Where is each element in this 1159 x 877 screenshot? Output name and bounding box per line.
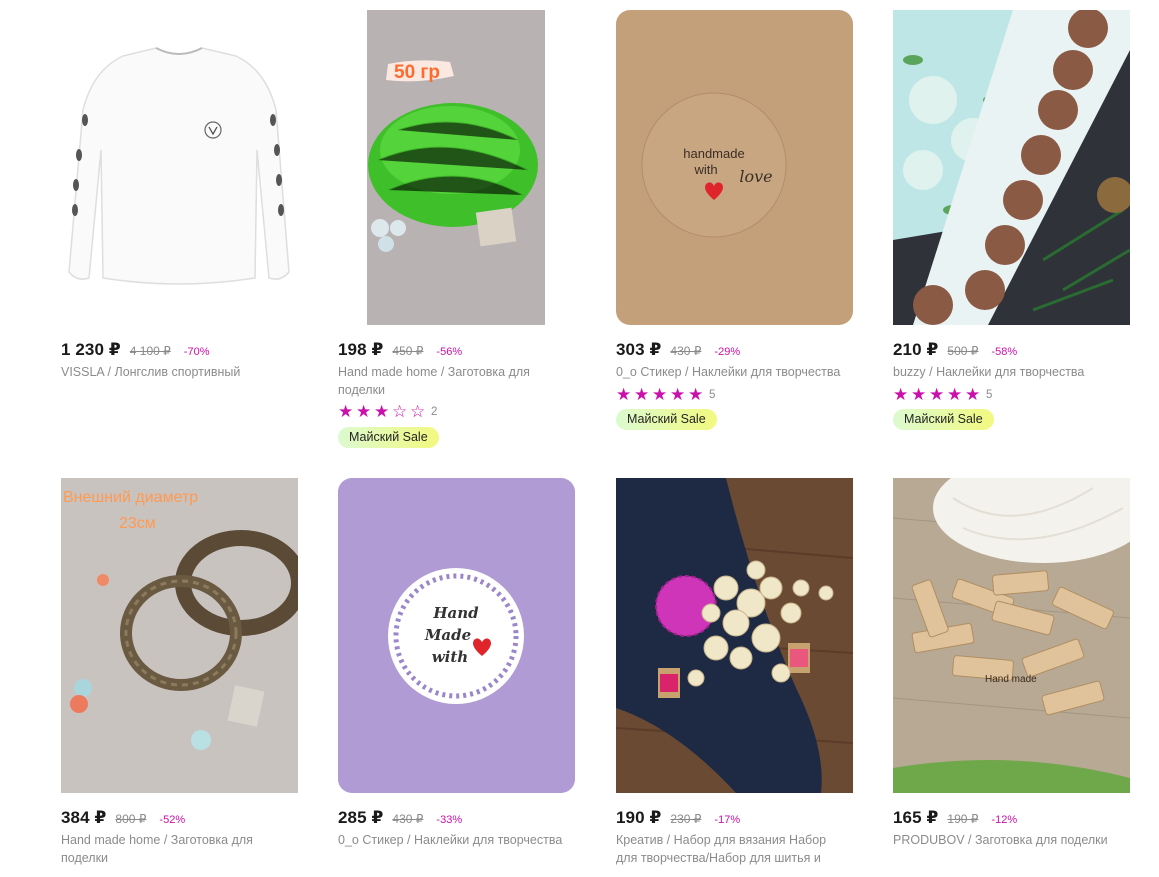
price-row: 1 230 ₽ 4 100 ₽ -70% (61, 340, 209, 360)
rating: ★ ★ ★ ★ ★ 5 (616, 386, 715, 403)
star-filled-icon: ★ (965, 385, 981, 404)
star-filled-icon: ★ (929, 385, 945, 404)
old-price: 430 ₽ (392, 812, 424, 826)
product-image-sticker-roll[interactable] (893, 10, 1130, 325)
price: 384 ₽ (61, 808, 107, 827)
discount: -52% (159, 814, 186, 826)
image-caption: 23см (119, 515, 156, 532)
old-price: 230 ₽ (670, 812, 702, 826)
star-filled-icon: ★ (947, 385, 963, 404)
product-image-sticker-kraft[interactable]: handmade with love (616, 10, 853, 325)
product-title[interactable]: PRODUBOV / Заготовка для поделки (893, 832, 1123, 850)
star-empty-icon: ☆ (392, 402, 408, 421)
product-image-sisal[interactable]: 50 гр (338, 10, 575, 325)
price: 165 ₽ (893, 808, 939, 827)
price: 198 ₽ (338, 340, 384, 359)
product-title[interactable]: VISSLA / Лонгслив спортивный (61, 364, 291, 382)
price-row: 210 ₽ 500 ₽ -58% (893, 340, 1017, 360)
star-filled-icon: ★ (911, 385, 927, 404)
discount: -29% (714, 346, 741, 358)
price-row: 285 ₽ 430 ₽ -33% (338, 808, 462, 828)
old-price: 450 ₽ (392, 344, 424, 358)
price: 303 ₽ (616, 340, 662, 359)
rating-count: 5 (986, 388, 993, 401)
price: 190 ₽ (616, 808, 662, 827)
price-row: 198 ₽ 450 ₽ -56% (338, 340, 462, 360)
discount: -33% (436, 814, 463, 826)
star-filled-icon: ★ (374, 402, 390, 421)
product-title[interactable]: Hand made home / Заготовка для поделки (338, 364, 568, 399)
product-image-wreath[interactable]: Внешний диаметр 23см (61, 478, 298, 793)
star-filled-icon: ★ (338, 402, 354, 421)
promo-badge: Майский Sale (616, 409, 717, 430)
old-price: 800 ₽ (115, 812, 147, 826)
rating: ★ ★ ★ ★ ★ 5 (893, 386, 992, 403)
sticker-text: love (739, 167, 772, 186)
price-row: 303 ₽ 430 ₽ -29% (616, 340, 740, 360)
price-row: 384 ₽ 800 ₽ -52% (61, 808, 185, 828)
price-row: 165 ₽ 190 ₽ -12% (893, 808, 1017, 828)
product-title[interactable]: Hand made home / Заготовка для поделки (61, 832, 291, 867)
promo-badge: Майский Sale (893, 409, 994, 430)
tag-text: Hand made (985, 674, 1037, 685)
product-title[interactable]: 0_о Стикер / Наклейки для творчества (616, 364, 846, 382)
rating-count: 2 (431, 405, 438, 418)
old-price: 430 ₽ (670, 344, 702, 358)
price: 1 230 ₽ (61, 340, 121, 359)
rating-count: 5 (709, 388, 716, 401)
old-price: 4 100 ₽ (129, 344, 171, 358)
promo-badge: Майский Sale (338, 427, 439, 448)
price: 285 ₽ (338, 808, 384, 827)
product-image-knitting-kit[interactable] (616, 478, 853, 793)
sticker-text: with (693, 162, 717, 177)
sticker-text: Made (424, 626, 471, 644)
discount: -12% (991, 814, 1018, 826)
sticker-text: handmade (683, 146, 744, 161)
product-title[interactable]: Креатив / Набор для вязания Набор для тв… (616, 832, 846, 867)
price-row: 190 ₽ 230 ₽ -17% (616, 808, 740, 828)
discount: -17% (714, 814, 741, 826)
image-caption: 50 гр (394, 62, 440, 83)
product-image-longsleeve[interactable] (61, 10, 298, 325)
price: 210 ₽ (893, 340, 939, 359)
discount: -56% (436, 346, 463, 358)
discount: -58% (991, 346, 1018, 358)
old-price: 500 ₽ (947, 344, 979, 358)
star-filled-icon: ★ (634, 385, 650, 404)
star-filled-icon: ★ (670, 385, 686, 404)
rating: ★ ★ ★ ☆ ☆ 2 (338, 403, 437, 420)
sticker-text: with (432, 648, 468, 666)
star-filled-icon: ★ (893, 385, 909, 404)
star-filled-icon: ★ (688, 385, 704, 404)
product-title[interactable]: buzzy / Наклейки для творчества (893, 364, 1123, 382)
product-title[interactable]: 0_о Стикер / Наклейки для творчества (338, 832, 568, 850)
product-image-sticker-lavender[interactable]: Hand Made with (338, 478, 575, 793)
star-empty-icon: ☆ (410, 402, 426, 421)
star-filled-icon: ★ (616, 385, 632, 404)
discount: -70% (183, 346, 210, 358)
product-image-wooden-tags[interactable]: Hand made (893, 478, 1130, 793)
sticker-text: Hand (432, 604, 479, 622)
star-filled-icon: ★ (652, 385, 668, 404)
star-filled-icon: ★ (356, 402, 372, 421)
old-price: 190 ₽ (947, 812, 979, 826)
image-caption: Внешний диаметр (63, 489, 198, 506)
